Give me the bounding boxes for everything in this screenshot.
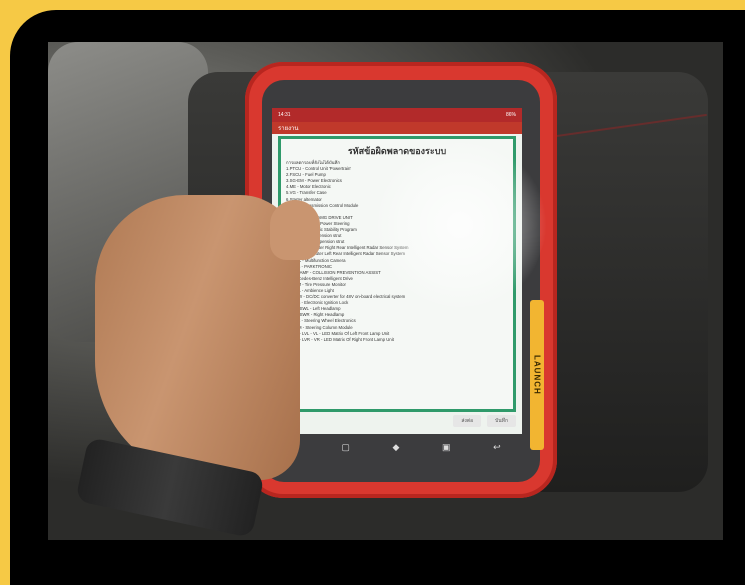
save-button[interactable]: บันทึก bbox=[487, 415, 516, 427]
screenshot-icon[interactable]: ▣ bbox=[442, 442, 451, 453]
app-title: รายงาน bbox=[278, 126, 299, 132]
sheet-buttons: ส่งต่อ บันทึก bbox=[278, 414, 516, 428]
app-icon[interactable]: ◆ bbox=[392, 442, 399, 453]
android-nav-bar: ⌂ ▢ ◆ ▣ ↩ bbox=[272, 434, 522, 460]
status-bar: 14:31 86% bbox=[272, 108, 522, 122]
list-item: 29.SG - LVR - VR - LED Matrix Of Right F… bbox=[286, 336, 394, 342]
back-icon[interactable]: ↩ bbox=[493, 442, 501, 453]
forward-button[interactable]: ส่งต่อ bbox=[453, 415, 482, 427]
app-bar: รายงาน bbox=[272, 122, 522, 134]
recent-apps-icon[interactable]: ▢ bbox=[341, 442, 350, 453]
status-time: 14:31 bbox=[278, 112, 291, 118]
status-battery: 86% bbox=[505, 112, 516, 118]
thumb bbox=[270, 200, 320, 260]
brand-label: LAUNCH bbox=[532, 355, 542, 395]
